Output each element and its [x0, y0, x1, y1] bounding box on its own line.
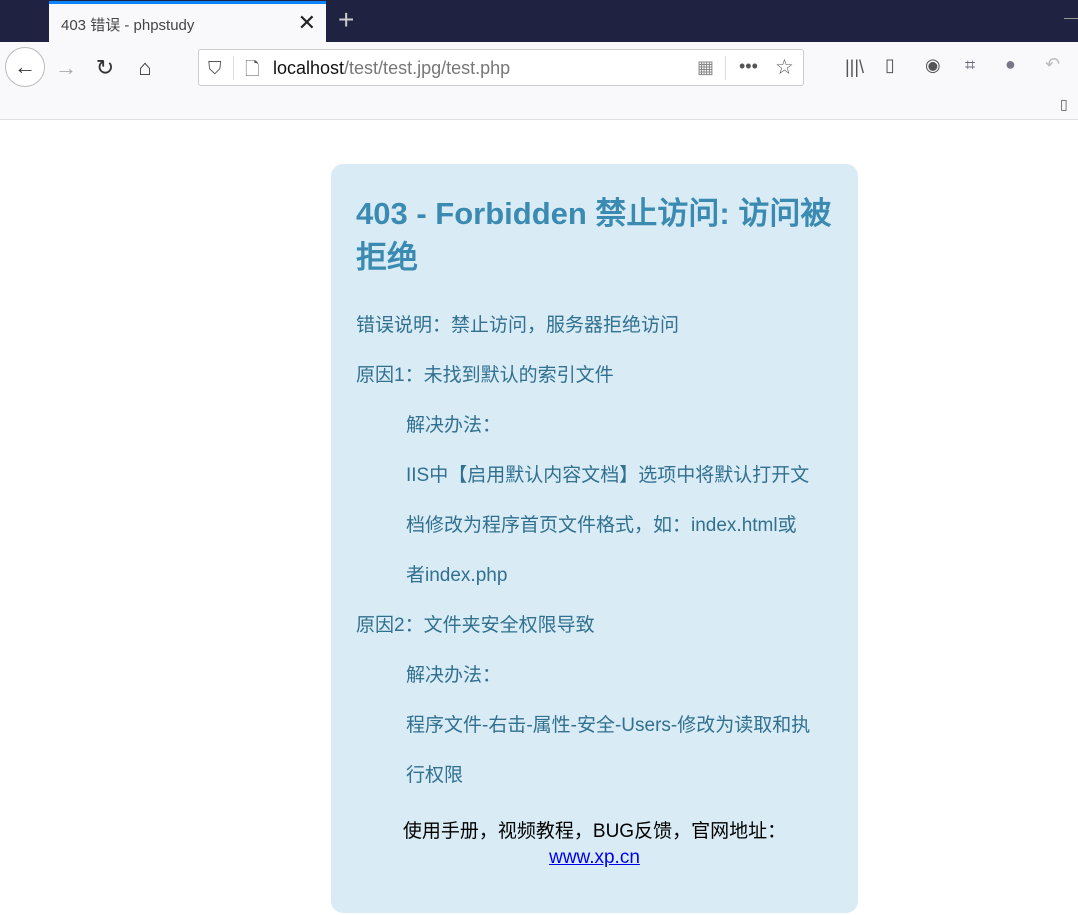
- solution-2-line: 行权限: [406, 765, 464, 786]
- reason-2: 原因2：文件夹安全权限导致: [356, 615, 595, 636]
- chat-icon[interactable]: ●: [1005, 54, 1016, 75]
- minimize-button[interactable]: [1064, 18, 1078, 19]
- error-card: 403 - Forbidden 禁止访问: 访问被拒绝 错误说明：禁止访问，服务…: [331, 164, 858, 913]
- home-icon[interactable]: ⌂: [127, 50, 163, 86]
- official-site-link[interactable]: www.xp.cn: [549, 847, 640, 868]
- solution-2-line: 程序文件-右击-属性-安全-Users-修改为读取和执: [406, 715, 811, 736]
- reload-icon[interactable]: ↻: [87, 50, 123, 86]
- divider: [725, 56, 726, 80]
- star-icon[interactable]: ☆: [775, 55, 794, 80]
- footer-text: 使用手册，视频教程，BUG反馈，官网地址：: [402, 821, 787, 842]
- crop-icon[interactable]: ⌗: [965, 55, 975, 76]
- page-title: 403 - Forbidden 禁止访问: 访问被拒绝: [356, 196, 832, 275]
- more-icon[interactable]: •••: [739, 56, 758, 77]
- mobile-bookmarks-icon[interactable]: ▯: [1060, 96, 1068, 113]
- solution-label-2: 解决办法：: [406, 665, 502, 686]
- solution-label-1: 解决办法：: [406, 415, 502, 436]
- sidebar-icon[interactable]: ▯: [885, 55, 895, 76]
- new-tab-icon[interactable]: +: [338, 4, 354, 36]
- library-icon[interactable]: |||\: [845, 57, 864, 78]
- forward-icon[interactable]: →: [48, 50, 84, 86]
- page-icon[interactable]: 🗋: [245, 57, 259, 87]
- reason-1: 原因1：未找到默认的索引文件: [356, 365, 614, 386]
- back-icon[interactable]: ←: [5, 47, 45, 87]
- undo-icon[interactable]: ↶: [1045, 54, 1060, 75]
- solution-1-line: 者index.php: [406, 565, 508, 586]
- tab-title: 403 错误 - phpstudy: [61, 17, 195, 34]
- divider: [233, 56, 234, 80]
- shield-icon[interactable]: ⛉: [208, 58, 222, 79]
- solution-1-line: IIS中【启用默认内容文档】选项中将默认打开文: [406, 465, 810, 486]
- tab-bar: 403 错误 - phpstudy ✕ +: [0, 0, 1078, 42]
- url-bar[interactable]: ⛉ 🗋 localhost/test/test.jpg/test.php ▦ •…: [198, 49, 804, 86]
- qr-code-icon[interactable]: ▦: [697, 57, 714, 78]
- url-text[interactable]: localhost/test/test.jpg/test.php: [273, 58, 510, 79]
- error-description: 错误说明：禁止访问，服务器拒绝访问: [356, 315, 680, 336]
- close-icon[interactable]: ✕: [298, 10, 316, 36]
- solution-1-line: 档修改为程序首页文件格式，如：index.html或: [406, 515, 797, 536]
- account-icon[interactable]: ◉: [925, 55, 941, 76]
- tab-active[interactable]: 403 错误 - phpstudy ✕: [49, 1, 326, 42]
- footer: 使用手册，视频教程，BUG反馈，官网地址： www.xp.cn: [356, 819, 833, 871]
- nav-toolbar: ← → ↻ ⌂ ⛉ 🗋 localhost/test/test.jpg/test…: [0, 42, 1078, 120]
